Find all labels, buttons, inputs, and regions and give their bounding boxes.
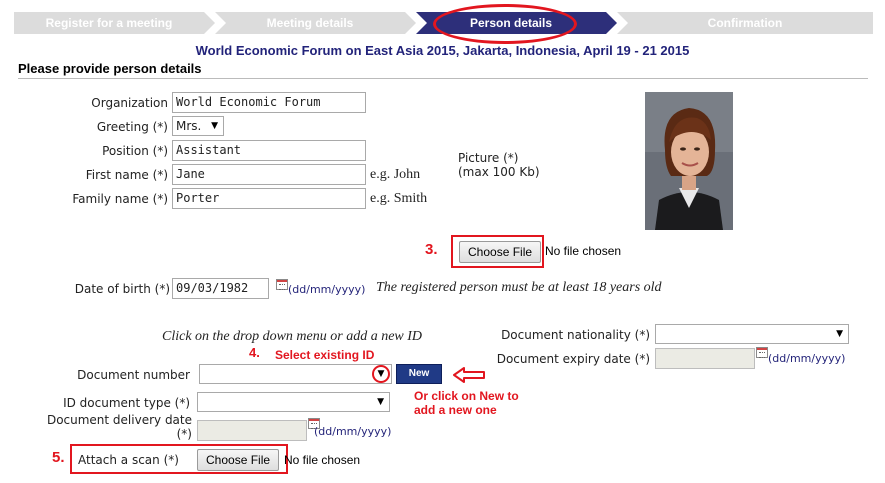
annotation-number-5: 5. [52,449,65,466]
event-title: World Economic Forum on East Asia 2015, … [195,43,690,58]
person-photo-image [645,92,733,230]
step-register-for-a-meeting[interactable]: Register for a meeting [14,12,215,34]
annotation-number-3: 3. [425,241,438,258]
first-name-example: e.g. John [370,167,421,182]
first-name-label: First name (*) [85,168,168,182]
family-name-example: e.g. Smith [370,191,428,206]
picture-label: Picture (*) [458,151,519,165]
delivery-date-label: Document delivery date [46,413,192,427]
step-arrow [204,12,215,34]
family-name-label: Family name (*) [72,192,168,206]
attach-scan-label: Attach a scan (*) [78,453,179,467]
chevron-down-icon: ▼ [211,121,218,131]
greeting-label: Greeting (*) [96,120,168,134]
step-meeting-details[interactable]: Meeting details [215,12,416,34]
picture-no-file-text: No file chosen [545,244,622,258]
delivery-date-label-required: (*) [176,427,192,441]
step-confirmation[interactable]: Confirmation [617,12,873,34]
picture-note: (max 100 Kb) [458,165,540,179]
annotation-or-click-new-line2: add a new one [414,403,497,417]
calendar-icon[interactable] [756,347,768,358]
greeting-value: Mrs. [176,119,202,133]
document-nationality-select[interactable]: ▼ [655,324,849,344]
organization-input[interactable]: World Economic Forum [172,92,366,113]
active-step-highlight-circle [433,4,577,44]
organization-label: Organization [91,96,168,110]
chevron-down-icon: ▼ [836,329,843,339]
step-label: Meeting details [266,16,354,30]
chevron-down-icon: ▼ [377,397,384,407]
calendar-icon[interactable] [276,279,288,290]
step-notch [215,12,226,34]
document-nationality-label: Document nationality (*) [501,328,650,342]
step-arrow [606,12,617,34]
arrow-left-icon [453,367,485,383]
attach-scan-no-file-text: No file chosen [284,453,361,467]
id-document-type-select[interactable]: ▼ [197,392,390,412]
document-expiry-date-label: Document expiry date (*) [496,352,650,366]
annotation-select-existing-id: Select existing ID [275,348,375,362]
step-label: Register for a meeting [45,16,173,30]
delivery-date-format: (dd/mm/yyyy) [314,425,392,438]
dob-format: (dd/mm/yyyy) [288,283,366,296]
document-number-select[interactable] [199,364,392,384]
new-document-button[interactable]: New [396,364,442,384]
step-arrow [405,12,416,34]
step-notch [617,12,628,34]
picture-choose-file-button[interactable]: Choose File [459,241,542,263]
document-number-label: Document number [77,368,190,382]
document-hint: Click on the drop down menu or add a new… [162,329,423,344]
greeting-select[interactable]: Mrs. ▼ [172,116,224,136]
position-label: Position (*) [102,144,168,158]
position-input[interactable]: Assistant [172,140,366,161]
document-expiry-date-input[interactable] [655,348,755,369]
document-expiry-date-format: (dd/mm/yyyy) [768,352,846,365]
step-notch [416,12,427,34]
person-photo [645,92,733,230]
first-name-input[interactable]: Jane [172,164,366,185]
dob-input[interactable]: 09/03/1982 [172,278,269,299]
dob-label: Date of birth (*) [74,282,170,296]
id-document-type-label: ID document type (*) [63,396,190,410]
step-label: Confirmation [707,16,783,30]
annotation-or-click-new-line1: Or click on New to [414,389,519,403]
attach-scan-choose-file-button[interactable]: Choose File [197,449,280,471]
dob-note: The registered person must be at least 1… [376,280,662,295]
section-title: Please provide person details [18,61,868,79]
chevron-down-icon[interactable]: ▼ [372,365,390,383]
family-name-input[interactable]: Porter [172,188,366,209]
annotation-number-4: 4. [249,345,260,360]
delivery-date-input[interactable] [197,420,307,441]
